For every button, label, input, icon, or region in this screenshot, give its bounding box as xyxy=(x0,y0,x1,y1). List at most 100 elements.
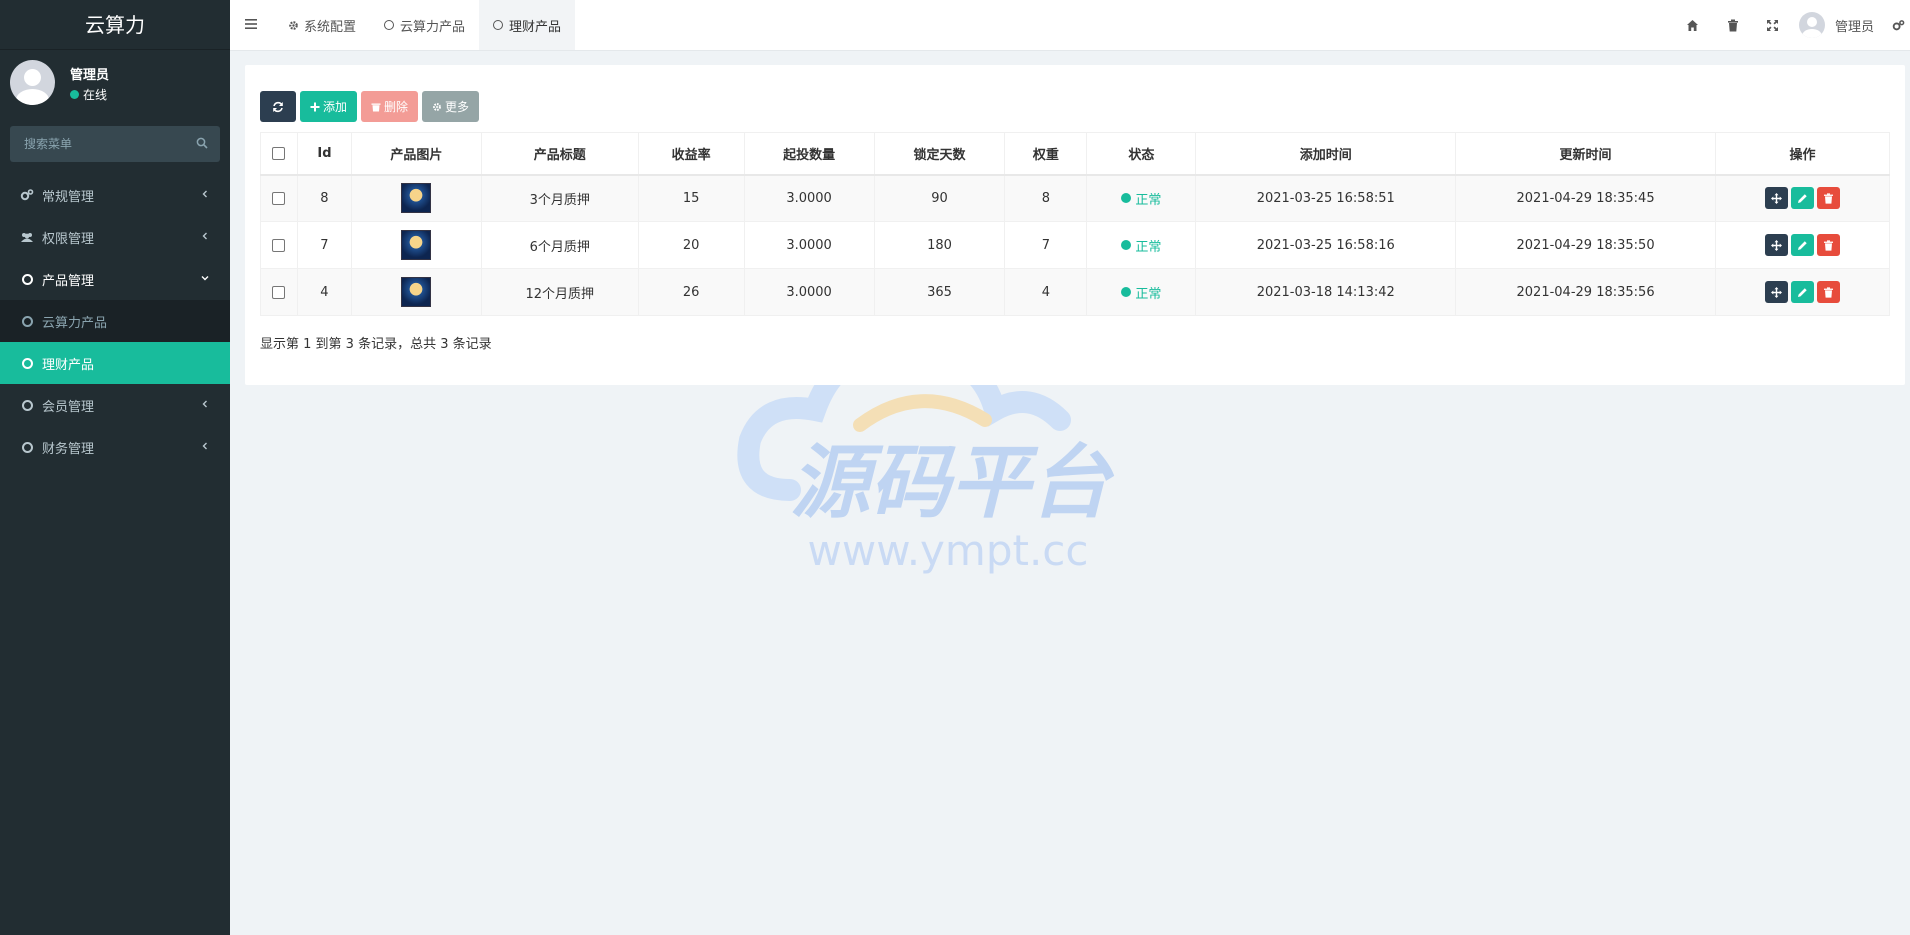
select-all-checkbox[interactable] xyxy=(272,146,286,160)
move-icon xyxy=(1770,286,1782,298)
cell-weight: 4 xyxy=(1004,268,1088,316)
home-icon xyxy=(1687,19,1699,31)
delete-button[interactable]: 删除 xyxy=(361,91,419,122)
row-select-cell xyxy=(260,268,298,316)
cell-id: 4 xyxy=(296,268,352,316)
delete-row-button[interactable] xyxy=(1816,187,1840,210)
drag-button[interactable] xyxy=(1764,281,1788,303)
sidebar-item-general[interactable]: 常规管理 xyxy=(0,174,230,216)
table-row[interactable]: 4 12个月质押 26 3.0000 365 4 正常 2021-03-18 1… xyxy=(260,268,1891,316)
tab-finance-product[interactable]: 理财产品 xyxy=(479,0,576,50)
online-dot-icon xyxy=(70,90,79,99)
drag-button[interactable] xyxy=(1764,234,1788,256)
cell-min: 3.0000 xyxy=(743,174,875,222)
sidebar-item-auth[interactable]: 权限管理 xyxy=(0,216,230,258)
cell-title: 6个月质押 xyxy=(480,221,639,269)
refresh-icon xyxy=(273,101,283,112)
add-button[interactable]: 添加 xyxy=(300,91,358,122)
column-header[interactable]: 产品标题 xyxy=(480,132,639,176)
cell-image xyxy=(350,174,482,222)
cell-updated: 2021-04-29 18:35:56 xyxy=(1455,268,1716,316)
status-dot-icon xyxy=(1121,240,1132,250)
sidebar-item-label: 财务管理 xyxy=(42,441,95,457)
tab-hashrate-product[interactable]: 云算力产品 xyxy=(370,0,479,50)
sidebar-item-member[interactable]: 会员管理 xyxy=(0,384,230,426)
row-select-cell xyxy=(260,221,298,269)
topbar-actions: 管理员 xyxy=(1673,0,1910,50)
edit-button[interactable] xyxy=(1790,281,1814,303)
sidebar: 云算力 管理员 在线 常规管理 权限管理 产品管理 云算力产品 xyxy=(0,0,230,935)
row-checkbox[interactable] xyxy=(272,191,286,205)
delete-row-button[interactable] xyxy=(1816,234,1840,256)
fullscreen-button[interactable] xyxy=(1753,0,1793,50)
cell-days: 365 xyxy=(873,268,1006,316)
sidebar-item-finance-product[interactable]: 理财产品 xyxy=(0,342,230,384)
cell-actions xyxy=(1714,174,1891,222)
chevron-left-icon xyxy=(202,232,207,240)
gear-icon xyxy=(433,102,441,111)
column-header[interactable]: 状态 xyxy=(1086,132,1197,176)
column-header[interactable]: 收益率 xyxy=(637,132,745,176)
content-panel: 添加 删除 更多 Id 产品图片 产品标题 收益率 起投数量 锁定天数 权重 状… xyxy=(245,65,1905,385)
more-button[interactable]: 更多 xyxy=(422,91,480,122)
pagination-summary: 显示第 1 到第 3 条记录，总共 3 条记录 xyxy=(260,337,492,352)
app-title[interactable]: 云算力 xyxy=(0,0,230,50)
circle-icon xyxy=(20,272,34,286)
cogs-icon xyxy=(1892,19,1904,30)
column-header[interactable]: 权重 xyxy=(1004,132,1088,176)
topbar-user-menu[interactable]: 管理员 xyxy=(1798,12,1874,38)
users-icon xyxy=(21,233,33,242)
cell-image xyxy=(350,221,482,269)
edit-button[interactable] xyxy=(1790,234,1814,256)
column-header[interactable]: 起投数量 xyxy=(743,132,875,176)
sidebar-item-label: 云算力产品 xyxy=(42,315,108,331)
status-badge[interactable]: 正常 xyxy=(1121,236,1161,255)
tab-system-config[interactable]: 系统配置 xyxy=(274,0,370,50)
product-thumbnail[interactable] xyxy=(401,277,432,307)
column-header[interactable]: 添加时间 xyxy=(1195,132,1457,176)
search-icon[interactable] xyxy=(196,137,208,149)
user-status: 在线 xyxy=(70,86,107,103)
settings-button[interactable] xyxy=(1886,0,1910,50)
status-badge[interactable]: 正常 xyxy=(1121,189,1161,208)
chevron-left-icon xyxy=(202,190,207,198)
sidebar-item-finance[interactable]: 财务管理 xyxy=(0,426,230,468)
clear-cache-button[interactable] xyxy=(1713,0,1753,50)
table-row[interactable]: 7 6个月质押 20 3.0000 180 7 正常 2021-03-25 16… xyxy=(260,221,1891,269)
tab-label: 系统配置 xyxy=(304,19,357,35)
watermark-url: www.ympt.cc xyxy=(808,526,1089,575)
nav-tabs: 系统配置 云算力产品 理财产品 xyxy=(274,0,576,50)
trash-icon xyxy=(1727,19,1738,31)
column-header[interactable]: Id xyxy=(296,132,352,176)
refresh-button[interactable] xyxy=(260,91,296,122)
cell-updated: 2021-04-29 18:35:45 xyxy=(1455,174,1716,222)
product-thumbnail[interactable] xyxy=(401,230,432,260)
menu-search-input[interactable] xyxy=(10,126,220,162)
home-button[interactable] xyxy=(1673,0,1713,50)
table-row[interactable]: 8 3个月质押 15 3.0000 90 8 正常 2021-03-25 16:… xyxy=(260,174,1891,222)
circle-icon xyxy=(20,398,34,412)
edit-button[interactable] xyxy=(1790,187,1814,210)
trash-icon xyxy=(1823,286,1833,298)
column-header[interactable]: 更新时间 xyxy=(1455,132,1716,176)
sidebar-item-label: 理财产品 xyxy=(42,357,95,373)
row-checkbox[interactable] xyxy=(272,285,286,299)
product-thumbnail[interactable] xyxy=(401,183,432,214)
cell-actions xyxy=(1714,268,1891,316)
add-button-label: 添加 xyxy=(323,100,348,114)
circle-icon xyxy=(20,440,34,454)
cell-status: 正常 xyxy=(1086,268,1197,316)
delete-row-button[interactable] xyxy=(1816,281,1840,303)
plus-icon xyxy=(310,102,320,111)
menu-toggle-icon[interactable] xyxy=(244,17,258,31)
status-badge[interactable]: 正常 xyxy=(1121,283,1161,302)
column-header[interactable]: 锁定天数 xyxy=(873,132,1006,176)
cell-min: 3.0000 xyxy=(743,221,875,269)
chevron-left-icon xyxy=(202,442,207,450)
sidebar-item-hashrate-product[interactable]: 云算力产品 xyxy=(0,300,230,342)
row-checkbox[interactable] xyxy=(272,238,286,252)
sidebar-item-label: 权限管理 xyxy=(42,231,95,247)
sidebar-item-product[interactable]: 产品管理 xyxy=(0,258,230,300)
drag-button[interactable] xyxy=(1764,187,1788,210)
column-header[interactable]: 产品图片 xyxy=(350,132,482,176)
